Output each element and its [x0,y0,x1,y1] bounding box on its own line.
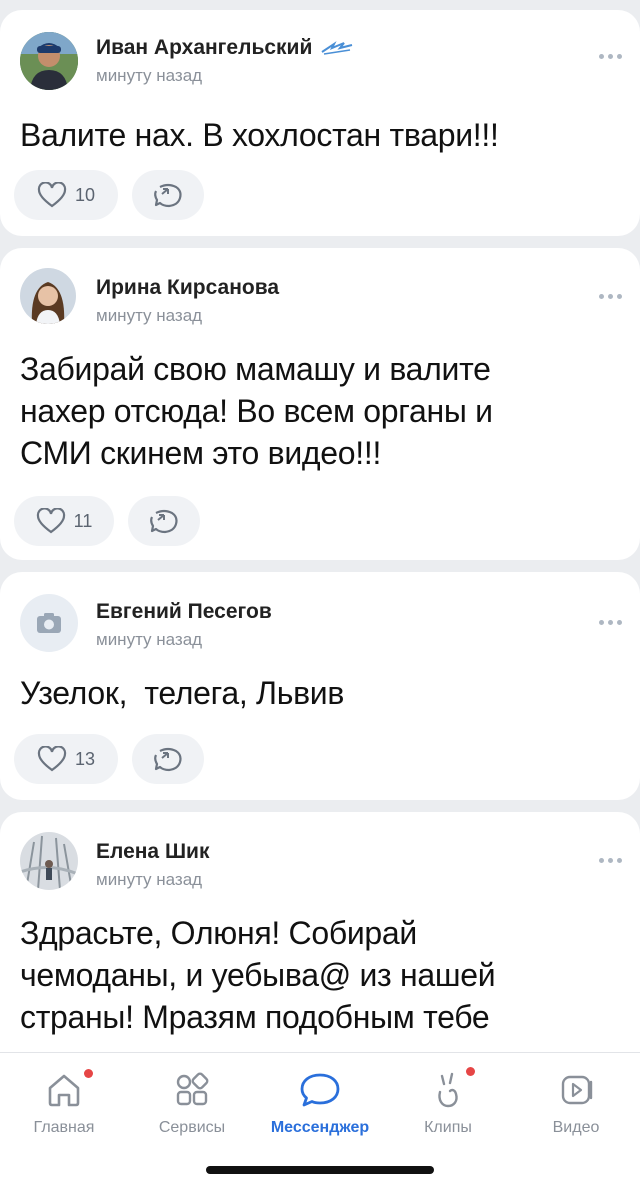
home-indicator[interactable] [206,1166,434,1174]
comment-text: Здрасьте, Олюня! Собирай чемоданы, и уеб… [20,915,496,1035]
user-photo-icon [20,268,76,324]
notification-dot [466,1067,475,1076]
zenit-badge-icon [321,41,353,55]
chat-icon [300,1073,340,1107]
reply-button[interactable] [132,170,204,220]
more-options-icon[interactable] [599,294,622,299]
camera-placeholder-icon [37,613,61,633]
reply-icon [154,183,182,208]
more-options-icon[interactable] [599,858,622,863]
tab-label: Клипы [424,1119,472,1136]
author-name[interactable]: Ирина Кирсанова [96,276,279,300]
more-options-icon[interactable] [599,620,622,625]
timestamp: минуту назад [96,306,203,325]
heart-icon [37,182,67,208]
comment-card: Евгений Песегов минуту назад Узелок, тел… [0,572,640,800]
comment-card: Ирина Кирсанова минуту назад Забирай сво… [0,248,640,560]
timestamp: минуту назад [96,870,203,889]
avatar[interactable] [20,594,78,652]
comment-text: Валите нах. В хохлостан твари!!! [20,117,499,153]
avatar[interactable] [20,832,78,890]
tab-messenger[interactable]: Мессенджер [256,1065,384,1137]
tab-label: Главная [33,1119,95,1136]
reply-icon [150,509,178,534]
tab-video[interactable]: Видео [512,1065,640,1137]
author-name[interactable]: Евгений Песегов [96,600,272,624]
tab-label: Сервисы [158,1119,226,1136]
grid-icon [176,1072,209,1106]
avatar[interactable] [20,32,78,90]
video-icon [561,1075,593,1105]
tab-services[interactable]: Сервисы [128,1065,256,1137]
tab-clips[interactable]: Клипы [384,1065,512,1137]
like-count: 10 [74,184,96,205]
comment-card: Иван Архангельский минуту назад Валите н… [0,10,640,236]
author-name[interactable]: Иван Архангельский [96,36,354,60]
like-button[interactable]: 13 [14,734,118,784]
like-count: 11 [73,510,93,531]
like-button[interactable]: 10 [14,170,118,220]
tab-label: Видео [552,1119,600,1136]
tab-home[interactable]: Главная [0,1065,128,1137]
tab-label: Мессенджер [270,1119,370,1136]
like-count: 13 [74,748,96,769]
avatar[interactable] [20,268,76,324]
timestamp: минуту назад [96,630,203,649]
more-options-icon[interactable] [599,54,622,59]
heart-icon [36,508,65,534]
clips-icon [438,1072,458,1108]
user-photo-icon [20,32,78,90]
timestamp: минуту назад [96,66,203,85]
user-photo-icon [20,832,78,890]
reply-button[interactable] [128,496,200,546]
like-button[interactable]: 11 [14,496,114,546]
reply-icon [154,747,182,772]
home-icon [48,1074,80,1107]
heart-icon [37,746,67,772]
notification-dot [84,1069,93,1078]
author-name[interactable]: Елена Шик [96,840,209,864]
comment-text: Узелок, телега, Львив [20,675,345,711]
comment-text: Забирай свою мамашу и валите нахер отсюд… [20,351,493,471]
reply-button[interactable] [132,734,204,784]
